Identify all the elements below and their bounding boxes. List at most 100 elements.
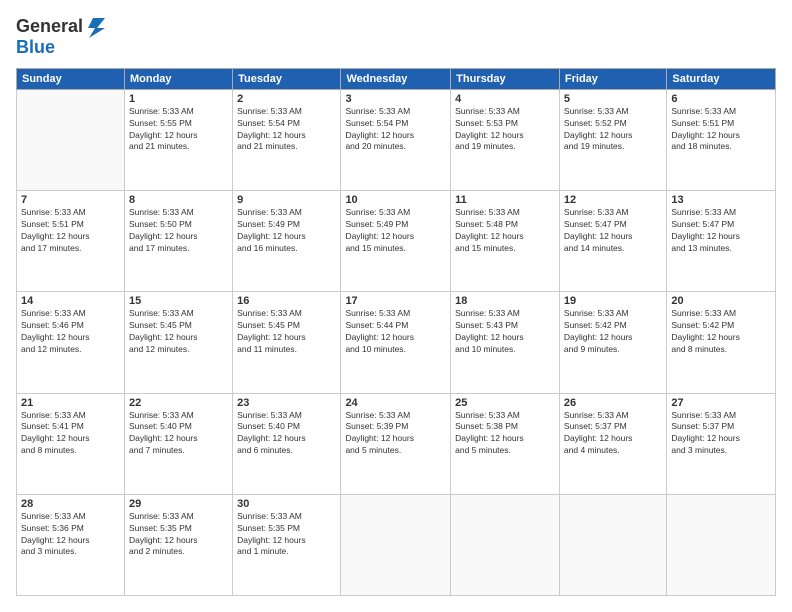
calendar-cell: 8Sunrise: 5:33 AM Sunset: 5:50 PM Daylig… [124, 191, 232, 292]
days-header-row: SundayMondayTuesdayWednesdayThursdayFrid… [17, 68, 776, 89]
week-row-3: 21Sunrise: 5:33 AM Sunset: 5:41 PM Dayli… [17, 393, 776, 494]
day-info: Sunrise: 5:33 AM Sunset: 5:36 PM Dayligh… [21, 511, 120, 559]
day-info: Sunrise: 5:33 AM Sunset: 5:49 PM Dayligh… [237, 207, 336, 255]
calendar-cell: 7Sunrise: 5:33 AM Sunset: 5:51 PM Daylig… [17, 191, 125, 292]
calendar-cell [451, 494, 560, 595]
calendar-cell [341, 494, 451, 595]
header: General Blue [16, 16, 776, 58]
calendar-cell: 12Sunrise: 5:33 AM Sunset: 5:47 PM Dayli… [559, 191, 666, 292]
day-info: Sunrise: 5:33 AM Sunset: 5:35 PM Dayligh… [129, 511, 228, 559]
day-info: Sunrise: 5:33 AM Sunset: 5:38 PM Dayligh… [455, 410, 555, 458]
calendar-cell: 27Sunrise: 5:33 AM Sunset: 5:37 PM Dayli… [667, 393, 776, 494]
calendar-cell: 9Sunrise: 5:33 AM Sunset: 5:49 PM Daylig… [233, 191, 341, 292]
day-number: 13 [671, 194, 771, 206]
day-info: Sunrise: 5:33 AM Sunset: 5:35 PM Dayligh… [237, 511, 336, 559]
day-number: 19 [564, 295, 662, 307]
calendar-cell: 25Sunrise: 5:33 AM Sunset: 5:38 PM Dayli… [451, 393, 560, 494]
week-row-1: 7Sunrise: 5:33 AM Sunset: 5:51 PM Daylig… [17, 191, 776, 292]
day-header-wednesday: Wednesday [341, 68, 451, 89]
day-info: Sunrise: 5:33 AM Sunset: 5:51 PM Dayligh… [671, 106, 771, 154]
day-header-tuesday: Tuesday [233, 68, 341, 89]
day-info: Sunrise: 5:33 AM Sunset: 5:42 PM Dayligh… [671, 308, 771, 356]
day-info: Sunrise: 5:33 AM Sunset: 5:47 PM Dayligh… [671, 207, 771, 255]
calendar-cell: 10Sunrise: 5:33 AM Sunset: 5:49 PM Dayli… [341, 191, 451, 292]
day-info: Sunrise: 5:33 AM Sunset: 5:45 PM Dayligh… [237, 308, 336, 356]
calendar-cell: 2Sunrise: 5:33 AM Sunset: 5:54 PM Daylig… [233, 89, 341, 190]
calendar-cell [667, 494, 776, 595]
day-header-friday: Friday [559, 68, 666, 89]
day-info: Sunrise: 5:33 AM Sunset: 5:37 PM Dayligh… [564, 410, 662, 458]
calendar-cell: 26Sunrise: 5:33 AM Sunset: 5:37 PM Dayli… [559, 393, 666, 494]
calendar-cell [559, 494, 666, 595]
day-number: 30 [237, 498, 336, 510]
day-number: 23 [237, 397, 336, 409]
day-number: 12 [564, 194, 662, 206]
day-info: Sunrise: 5:33 AM Sunset: 5:53 PM Dayligh… [455, 106, 555, 154]
calendar-cell: 11Sunrise: 5:33 AM Sunset: 5:48 PM Dayli… [451, 191, 560, 292]
day-number: 14 [21, 295, 120, 307]
day-header-thursday: Thursday [451, 68, 560, 89]
logo-text: General Blue [16, 16, 107, 58]
day-info: Sunrise: 5:33 AM Sunset: 5:52 PM Dayligh… [564, 106, 662, 154]
calendar-cell: 3Sunrise: 5:33 AM Sunset: 5:54 PM Daylig… [341, 89, 451, 190]
day-info: Sunrise: 5:33 AM Sunset: 5:41 PM Dayligh… [21, 410, 120, 458]
day-number: 18 [455, 295, 555, 307]
day-number: 6 [671, 93, 771, 105]
page: General Blue SundayMondayTuesdayWednesda… [0, 0, 792, 612]
day-number: 26 [564, 397, 662, 409]
day-number: 8 [129, 194, 228, 206]
calendar-cell: 24Sunrise: 5:33 AM Sunset: 5:39 PM Dayli… [341, 393, 451, 494]
calendar-cell: 1Sunrise: 5:33 AM Sunset: 5:55 PM Daylig… [124, 89, 232, 190]
day-info: Sunrise: 5:33 AM Sunset: 5:40 PM Dayligh… [129, 410, 228, 458]
day-number: 5 [564, 93, 662, 105]
day-number: 3 [345, 93, 446, 105]
calendar-cell: 15Sunrise: 5:33 AM Sunset: 5:45 PM Dayli… [124, 292, 232, 393]
day-info: Sunrise: 5:33 AM Sunset: 5:47 PM Dayligh… [564, 207, 662, 255]
calendar-cell: 19Sunrise: 5:33 AM Sunset: 5:42 PM Dayli… [559, 292, 666, 393]
week-row-0: 1Sunrise: 5:33 AM Sunset: 5:55 PM Daylig… [17, 89, 776, 190]
day-number: 15 [129, 295, 228, 307]
day-info: Sunrise: 5:33 AM Sunset: 5:51 PM Dayligh… [21, 207, 120, 255]
calendar-cell: 18Sunrise: 5:33 AM Sunset: 5:43 PM Dayli… [451, 292, 560, 393]
day-number: 10 [345, 194, 446, 206]
day-number: 7 [21, 194, 120, 206]
day-info: Sunrise: 5:33 AM Sunset: 5:39 PM Dayligh… [345, 410, 446, 458]
calendar-cell: 4Sunrise: 5:33 AM Sunset: 5:53 PM Daylig… [451, 89, 560, 190]
day-info: Sunrise: 5:33 AM Sunset: 5:48 PM Dayligh… [455, 207, 555, 255]
day-info: Sunrise: 5:33 AM Sunset: 5:43 PM Dayligh… [455, 308, 555, 356]
logo: General Blue [16, 16, 107, 58]
calendar-body: 1Sunrise: 5:33 AM Sunset: 5:55 PM Daylig… [17, 89, 776, 595]
day-info: Sunrise: 5:33 AM Sunset: 5:54 PM Dayligh… [237, 106, 336, 154]
calendar-cell: 21Sunrise: 5:33 AM Sunset: 5:41 PM Dayli… [17, 393, 125, 494]
day-header-sunday: Sunday [17, 68, 125, 89]
day-number: 11 [455, 194, 555, 206]
week-row-4: 28Sunrise: 5:33 AM Sunset: 5:36 PM Dayli… [17, 494, 776, 595]
day-info: Sunrise: 5:33 AM Sunset: 5:44 PM Dayligh… [345, 308, 446, 356]
calendar-cell: 16Sunrise: 5:33 AM Sunset: 5:45 PM Dayli… [233, 292, 341, 393]
day-info: Sunrise: 5:33 AM Sunset: 5:45 PM Dayligh… [129, 308, 228, 356]
calendar-cell: 28Sunrise: 5:33 AM Sunset: 5:36 PM Dayli… [17, 494, 125, 595]
day-number: 1 [129, 93, 228, 105]
day-number: 27 [671, 397, 771, 409]
calendar-cell: 14Sunrise: 5:33 AM Sunset: 5:46 PM Dayli… [17, 292, 125, 393]
day-info: Sunrise: 5:33 AM Sunset: 5:55 PM Dayligh… [129, 106, 228, 154]
day-number: 21 [21, 397, 120, 409]
calendar-cell: 20Sunrise: 5:33 AM Sunset: 5:42 PM Dayli… [667, 292, 776, 393]
calendar-cell: 22Sunrise: 5:33 AM Sunset: 5:40 PM Dayli… [124, 393, 232, 494]
day-info: Sunrise: 5:33 AM Sunset: 5:46 PM Dayligh… [21, 308, 120, 356]
day-info: Sunrise: 5:33 AM Sunset: 5:50 PM Dayligh… [129, 207, 228, 255]
calendar-cell: 30Sunrise: 5:33 AM Sunset: 5:35 PM Dayli… [233, 494, 341, 595]
calendar-cell: 13Sunrise: 5:33 AM Sunset: 5:47 PM Dayli… [667, 191, 776, 292]
calendar-table: SundayMondayTuesdayWednesdayThursdayFrid… [16, 68, 776, 596]
day-number: 25 [455, 397, 555, 409]
day-number: 28 [21, 498, 120, 510]
day-number: 16 [237, 295, 336, 307]
day-number: 9 [237, 194, 336, 206]
day-number: 29 [129, 498, 228, 510]
calendar-cell: 5Sunrise: 5:33 AM Sunset: 5:52 PM Daylig… [559, 89, 666, 190]
day-header-monday: Monday [124, 68, 232, 89]
calendar-cell [17, 89, 125, 190]
day-number: 4 [455, 93, 555, 105]
day-info: Sunrise: 5:33 AM Sunset: 5:37 PM Dayligh… [671, 410, 771, 458]
day-number: 17 [345, 295, 446, 307]
